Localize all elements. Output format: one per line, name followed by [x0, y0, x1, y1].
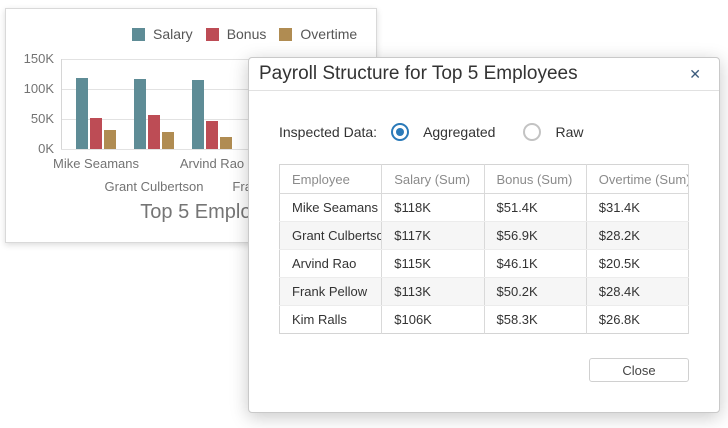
- dialog-header: Payroll Structure for Top 5 Employees ✕: [249, 58, 719, 91]
- bar-overtime-arvind-rao[interactable]: [220, 137, 232, 149]
- y-axis-tick: 150K: [6, 51, 54, 66]
- table-cell: Kim Ralls: [280, 306, 382, 334]
- y-axis-tick: 50K: [6, 111, 54, 126]
- table-cell: $50.2K: [484, 278, 586, 306]
- table-cell: $115K: [382, 250, 484, 278]
- column-header-employee: Employee: [280, 165, 382, 194]
- close-icon[interactable]: ✕: [685, 65, 705, 83]
- bar-salary-grant-culbertson[interactable]: [134, 79, 146, 149]
- dialog-title: Payroll Structure for Top 5 Employees: [259, 63, 685, 85]
- radio-aggregated[interactable]: Aggregated: [391, 123, 517, 141]
- table-cell: $58.3K: [484, 306, 586, 334]
- table-row-arvind-rao: Arvind Rao$115K$46.1K$20.5K: [280, 250, 689, 278]
- x-axis-label-grant-culbertson: Grant Culbertson: [94, 179, 214, 194]
- table-cell: Grant Culbertson: [280, 222, 382, 250]
- app-background: SalaryBonusOvertime Top 5 Employees 0K50…: [0, 0, 728, 428]
- table-cell: Frank Pellow: [280, 278, 382, 306]
- table-cell: $20.5K: [586, 250, 688, 278]
- column-header-bonus-sum-: Bonus (Sum): [484, 165, 586, 194]
- table-header-row: EmployeeSalary (Sum)Bonus (Sum)Overtime …: [280, 165, 689, 194]
- inspected-data-row: Inspected Data: Aggregated Raw: [279, 122, 605, 142]
- bar-overtime-grant-culbertson[interactable]: [162, 132, 174, 149]
- payroll-dialog: Payroll Structure for Top 5 Employees ✕ …: [248, 57, 720, 413]
- legend-label: Overtime: [300, 26, 357, 42]
- radio-raw[interactable]: Raw: [523, 123, 605, 141]
- radio-raw-label: Raw: [555, 124, 583, 140]
- table-cell: $31.4K: [586, 194, 688, 222]
- radio-selected-icon: [391, 123, 409, 141]
- radio-aggregated-label: Aggregated: [423, 124, 495, 140]
- table-row-frank-pellow: Frank Pellow$113K$50.2K$28.4K: [280, 278, 689, 306]
- payroll-table: EmployeeSalary (Sum)Bonus (Sum)Overtime …: [279, 164, 689, 334]
- table-cell: $28.4K: [586, 278, 688, 306]
- legend-item-overtime[interactable]: Overtime: [279, 26, 357, 42]
- legend-label: Salary: [153, 26, 193, 42]
- table-row-kim-ralls: Kim Ralls$106K$58.3K$26.8K: [280, 306, 689, 334]
- close-button[interactable]: Close: [589, 358, 689, 382]
- bar-salary-arvind-rao[interactable]: [192, 80, 204, 149]
- table-row-grant-culbertson: Grant Culbertson$117K$56.9K$28.2K: [280, 222, 689, 250]
- table-cell: $106K: [382, 306, 484, 334]
- legend-label: Bonus: [227, 26, 267, 42]
- legend-swatch-bonus-icon: [206, 28, 219, 41]
- bar-bonus-grant-culbertson[interactable]: [148, 115, 160, 149]
- table-cell: $46.1K: [484, 250, 586, 278]
- bar-salary-mike-seamans[interactable]: [76, 78, 88, 149]
- table-cell: Arvind Rao: [280, 250, 382, 278]
- legend-item-bonus[interactable]: Bonus: [206, 26, 267, 42]
- inspected-data-label: Inspected Data:: [279, 124, 377, 140]
- table-cell: $28.2K: [586, 222, 688, 250]
- y-axis-line: [61, 59, 62, 149]
- table-cell: $113K: [382, 278, 484, 306]
- bar-overtime-mike-seamans[interactable]: [104, 130, 116, 149]
- bar-bonus-arvind-rao[interactable]: [206, 121, 218, 149]
- table-cell: $51.4K: [484, 194, 586, 222]
- table-cell: $26.8K: [586, 306, 688, 334]
- legend-swatch-salary-icon: [132, 28, 145, 41]
- column-header-overtime-sum-: Overtime (Sum): [586, 165, 688, 194]
- table-row-mike-seamans: Mike Seamans$118K$51.4K$31.4K: [280, 194, 689, 222]
- chart-legend: Salary Bonus Overtime: [132, 26, 357, 42]
- y-axis-tick: 0K: [6, 141, 54, 156]
- y-axis-tick: 100K: [6, 81, 54, 96]
- table-cell: Mike Seamans: [280, 194, 382, 222]
- table-cell: $118K: [382, 194, 484, 222]
- radio-unselected-icon: [523, 123, 541, 141]
- column-header-salary-sum-: Salary (Sum): [382, 165, 484, 194]
- table-cell: $56.9K: [484, 222, 586, 250]
- legend-swatch-overtime-icon: [279, 28, 292, 41]
- table-cell: $117K: [382, 222, 484, 250]
- x-axis-label-mike-seamans: Mike Seamans: [36, 156, 156, 171]
- bar-bonus-mike-seamans[interactable]: [90, 118, 102, 149]
- legend-item-salary[interactable]: Salary: [132, 26, 193, 42]
